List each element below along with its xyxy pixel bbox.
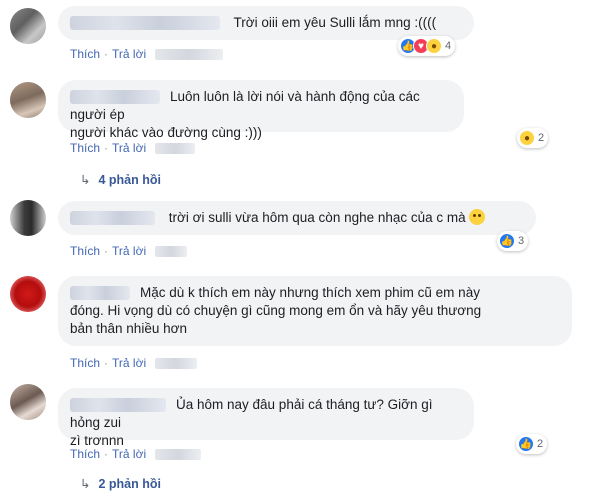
sad-icon: ● — [426, 38, 442, 54]
comment-text: trời ơi sulli vừa hôm qua còn nghe nhạc … — [168, 210, 466, 225]
avatar[interactable] — [10, 384, 46, 420]
timestamp[interactable] — [155, 449, 202, 461]
view-replies-link[interactable]: ↳ 4 phản hồi — [80, 172, 161, 188]
author-name[interactable] — [70, 398, 166, 413]
like-button[interactable]: Thích — [70, 356, 100, 370]
timestamp[interactable] — [155, 143, 196, 155]
reaction-summary[interactable]: 👍 3 — [497, 231, 529, 251]
author-name[interactable] — [70, 90, 160, 105]
comment-text-line-3: bản thân nhiều hơn — [70, 321, 187, 336]
like-icon: 👍 — [518, 436, 534, 452]
reply-button[interactable]: Trả lời — [112, 356, 146, 370]
comment-text-line-1: Mặc dù k thích em này nhưng thích xem ph… — [140, 285, 480, 300]
timestamp[interactable] — [155, 358, 198, 370]
comment-text-line-2: đóng. Hi vọng dù có chuyện gì cũng mong … — [70, 303, 482, 318]
like-button[interactable]: Thích — [70, 47, 100, 61]
author-name[interactable] — [70, 211, 155, 226]
avatar[interactable] — [10, 200, 46, 236]
like-button[interactable]: Thích — [70, 447, 100, 461]
reaction-summary[interactable]: ● 2 — [517, 128, 549, 148]
like-icon: 👍 — [499, 233, 515, 249]
reply-button[interactable]: Trả lời — [112, 141, 146, 155]
comment-bubble: Ủa hôm nay đâu phải cá tháng tư? Giỡn gì… — [58, 388, 474, 448]
reply-button[interactable]: Trả lời — [112, 244, 146, 258]
reply-arrow-icon: ↳ — [80, 173, 91, 187]
comment-actions: Thích · Trả lời — [70, 243, 188, 259]
author-name[interactable] — [70, 286, 130, 301]
timestamp[interactable] — [155, 49, 224, 61]
timestamp[interactable] — [155, 246, 188, 258]
comment-text: Trời oiii em yêu Sulli lắm mng :(((( — [233, 15, 437, 30]
avatar[interactable] — [10, 8, 46, 44]
comment-actions: Thích · Trả lời — [70, 355, 198, 371]
comment-bubble: Mặc dù k thích em này nhưng thích xem ph… — [58, 276, 572, 346]
author-name[interactable] — [70, 16, 220, 31]
comment-actions: Thích · Trả lời — [70, 46, 224, 62]
like-button[interactable]: Thích — [70, 244, 100, 258]
avatar[interactable] — [10, 82, 46, 118]
reply-button[interactable]: Trả lời — [112, 447, 146, 461]
reply-button[interactable]: Trả lời — [112, 47, 146, 61]
sad-icon: ● — [519, 130, 535, 146]
comment-actions: Thích · Trả lời — [70, 140, 196, 156]
reaction-summary[interactable]: 👍 ♥ ● 4 — [398, 36, 456, 56]
avatar[interactable] — [10, 276, 46, 312]
comment-bubble: Trời oiii em yêu Sulli lắm mng :(((( — [58, 6, 474, 40]
view-replies-link[interactable]: ↳ 2 phản hồi — [80, 476, 161, 492]
reaction-summary[interactable]: 👍 2 — [516, 434, 548, 454]
reply-arrow-icon: ↳ — [80, 477, 91, 491]
crying-emoji-icon — [468, 209, 485, 225]
comment-bubble: Luôn luôn là lời nói và hành động của cá… — [58, 80, 464, 140]
comment-bubble: trời ơi sulli vừa hôm qua còn nghe nhạc … — [58, 201, 536, 235]
comment-actions: Thích · Trả lời — [70, 446, 202, 462]
like-button[interactable]: Thích — [70, 141, 100, 155]
